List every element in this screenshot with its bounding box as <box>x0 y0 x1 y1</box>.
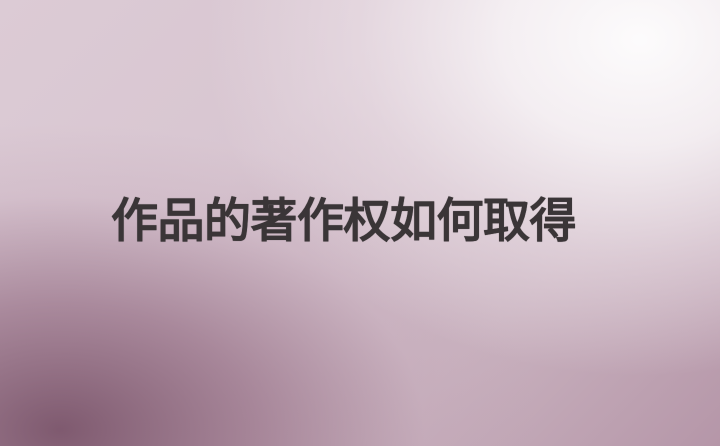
article-banner: 作品的著作权如何取得 <box>0 0 720 446</box>
banner-headline: 作品的著作权如何取得 <box>111 194 577 249</box>
